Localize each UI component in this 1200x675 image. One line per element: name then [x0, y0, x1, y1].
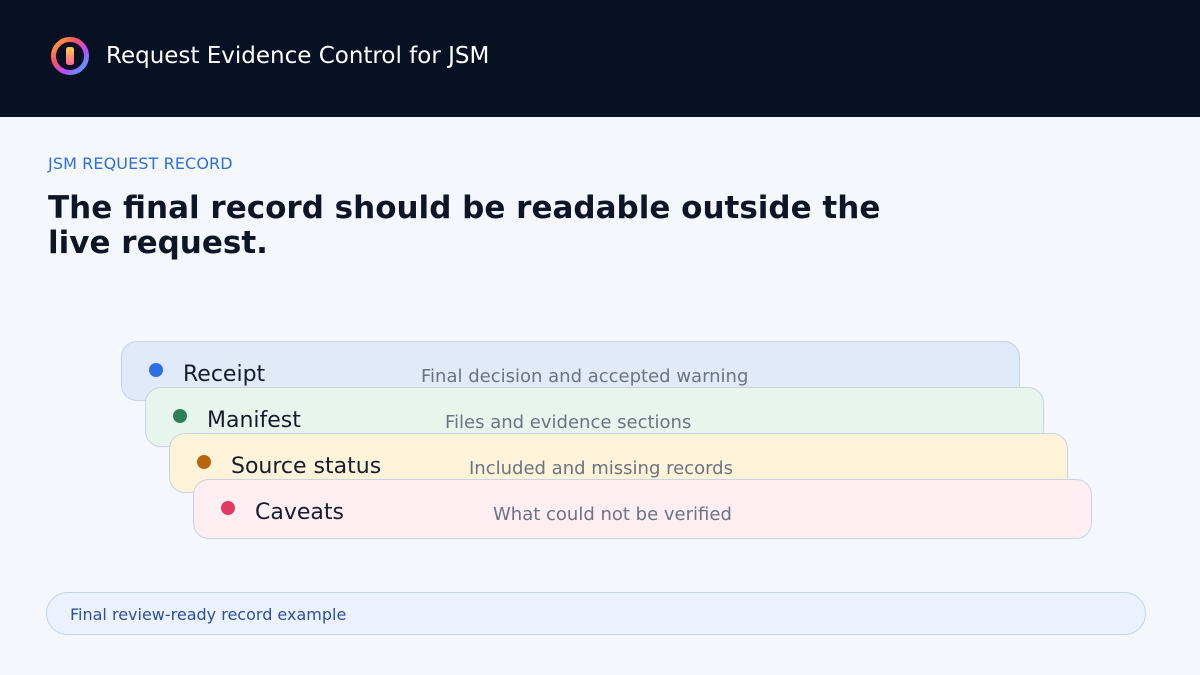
card-description: Included and missing records: [469, 458, 733, 479]
card-title: Caveats: [255, 500, 344, 525]
manifest-status-dot: [173, 409, 187, 423]
app-logo-ring-icon: [51, 37, 89, 75]
source-status-dot: [197, 455, 211, 469]
example-caption-pill: Final review-ready record example: [46, 592, 1146, 635]
caveats-status-dot: [221, 501, 235, 515]
app-title: Request Evidence Control for JSM: [106, 43, 490, 69]
app-header: Request Evidence Control for JSM: [0, 0, 1200, 117]
card-description: What could not be verified: [493, 504, 732, 525]
receipt-status-dot: [149, 363, 163, 377]
card-description: Final decision and accepted warning: [421, 366, 749, 387]
page-title: The final record should be readable outs…: [48, 190, 881, 261]
section-eyebrow: JSM REQUEST RECORD: [48, 154, 233, 173]
record-card-caveats: Caveats What could not be verified: [193, 479, 1092, 539]
example-caption: Final review-ready record example: [70, 605, 347, 624]
card-description: Files and evidence sections: [445, 412, 692, 433]
card-title: Manifest: [207, 408, 301, 433]
card-title: Source status: [231, 454, 382, 479]
card-title: Receipt: [183, 362, 266, 387]
